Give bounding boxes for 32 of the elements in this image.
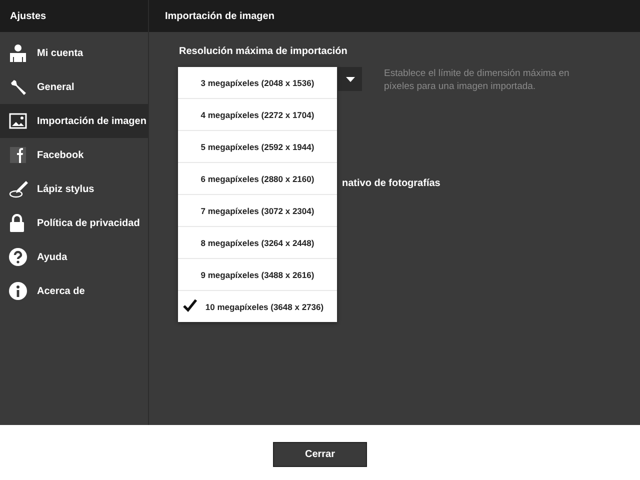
sidebar-item[interactable]: Acerca de xyxy=(0,274,148,308)
dropdown-option[interactable]: 7 megapíxeles (3072 x 2304) xyxy=(178,195,337,227)
dropdown-option[interactable]: 3 megapíxeles (2048 x 1536) xyxy=(178,67,337,99)
sidebar-item[interactable]: Política de privacidad xyxy=(0,206,148,240)
lock-icon xyxy=(9,214,25,232)
wrench-icon xyxy=(9,78,27,96)
dropdown-option[interactable]: 6 megapíxeles (2880 x 2160) xyxy=(178,163,337,195)
close-button[interactable]: Cerrar xyxy=(273,442,367,466)
caret-icon xyxy=(346,76,354,82)
help-icon xyxy=(9,248,27,266)
dropdown-option[interactable]: 5 megapíxeles (2592 x 1944) xyxy=(178,131,337,163)
sidebar-item[interactable]: Ayuda xyxy=(0,240,148,274)
dropdown-option[interactable]: 8 megapíxeles (3264 x 2448) xyxy=(178,227,337,259)
setting-description: Establece el límite de dimensión máxima en píxeles para una imagen importada. xyxy=(384,67,570,93)
sidebar-item[interactable]: Importación de imagen xyxy=(0,104,148,138)
sidebar-item[interactable]: Lápiz stylus xyxy=(0,172,148,206)
sidebar-title: Ajustes xyxy=(10,10,46,22)
image-icon xyxy=(9,113,27,129)
dropdown-option[interactable]: 9 megapíxeles (3488 x 2616) xyxy=(178,259,337,291)
stylus-icon xyxy=(9,180,29,198)
dropdown-button[interactable] xyxy=(338,67,362,91)
setting-label: Resolución máxima de importación xyxy=(179,46,348,57)
dropdown-option[interactable]: 4 megapíxeles (2272 x 1704) xyxy=(178,99,337,131)
info-icon xyxy=(9,282,27,300)
facebook-icon xyxy=(9,146,27,164)
sidebar-item[interactable]: Facebook xyxy=(0,138,148,172)
sidebar-item[interactable]: Mi cuenta xyxy=(0,36,148,70)
setting-label: nativo de fotografías xyxy=(342,178,440,189)
person-icon xyxy=(9,44,27,62)
dropdown-option[interactable]: 10 megapíxeles (3648 x 2736) xyxy=(178,291,337,322)
pane-title: Importación de imagen xyxy=(165,10,274,22)
sidebar-item[interactable]: General xyxy=(0,70,148,104)
